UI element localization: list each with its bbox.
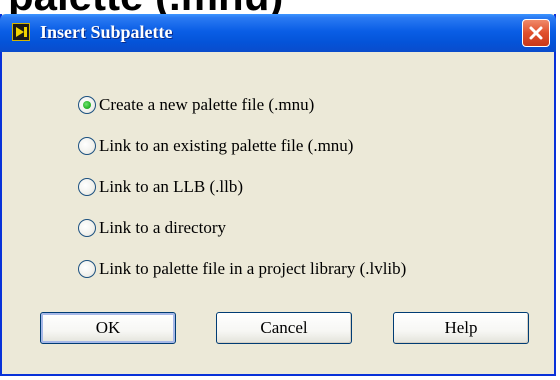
radio-button[interactable]: [78, 219, 96, 237]
close-button[interactable]: [522, 19, 550, 47]
help-button[interactable]: Help: [393, 312, 529, 344]
option-link-directory[interactable]: Link to a directory: [78, 211, 406, 245]
option-link-llb[interactable]: Link to an LLB (.llb): [78, 170, 406, 204]
option-label: Link to a directory: [99, 218, 226, 237]
radio-button[interactable]: [78, 260, 96, 278]
option-create-new-palette[interactable]: Create a new palette file (.mnu): [78, 88, 406, 122]
option-label: Link to an existing palette file (.mnu): [99, 136, 354, 155]
insert-subpalette-dialog: Insert Subpalette Create a new palette f…: [0, 14, 556, 376]
labview-icon: [12, 23, 30, 41]
option-label: Link to palette file in a project librar…: [99, 259, 407, 278]
option-label: Create a new palette file (.mnu): [99, 95, 315, 114]
ok-button[interactable]: OK: [40, 312, 176, 344]
palette-option-group: Create a new palette file (.mnu) Link to…: [78, 88, 406, 293]
close-icon: [529, 26, 543, 40]
dialog-title: Insert Subpalette: [40, 22, 173, 42]
radio-button-selected[interactable]: [78, 96, 96, 114]
background-header-fragment: paiette (.mnu): [0, 0, 560, 14]
radio-button[interactable]: [78, 178, 96, 196]
option-link-project-library[interactable]: Link to palette file in a project librar…: [78, 252, 406, 286]
option-link-existing-palette[interactable]: Link to an existing palette file (.mnu): [78, 129, 406, 163]
title-bar[interactable]: Insert Subpalette: [0, 14, 556, 52]
cancel-button[interactable]: Cancel: [216, 312, 352, 344]
option-label: Link to an LLB (.llb): [99, 177, 244, 196]
radio-button[interactable]: [78, 137, 96, 155]
